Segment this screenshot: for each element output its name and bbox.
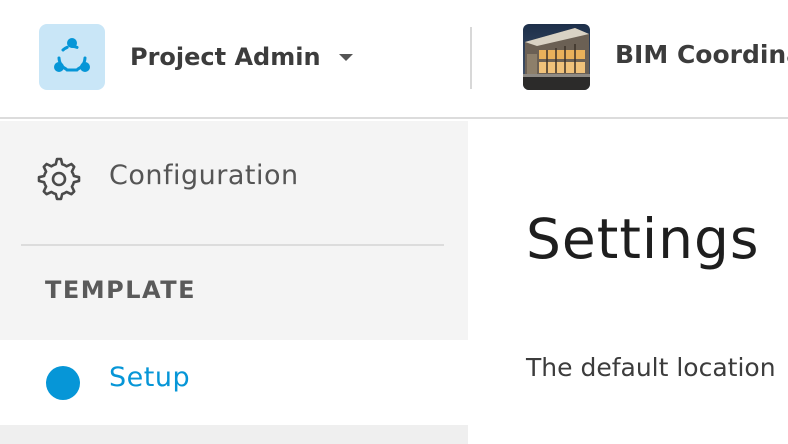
top-header: Project Admin BIM Coordin [0, 0, 788, 119]
app-switcher-dropdown[interactable]: Project Admin [130, 40, 353, 74]
sidebar-item-configuration[interactable]: Configuration [0, 121, 468, 239]
project-admin-app-icon[interactable] [39, 24, 105, 90]
header-divider [470, 27, 472, 89]
gear-icon [37, 157, 81, 201]
building-photo-icon [523, 24, 590, 90]
sidebar-next-item[interactable] [0, 425, 468, 444]
project-name[interactable]: BIM Coordination [615, 40, 788, 69]
sidebar-item-label: Setup [109, 362, 191, 393]
section-heading-template: TEMPLATE [45, 276, 197, 304]
main-content: Settings The default location [468, 121, 788, 444]
app-root: Project Admin BIM Coordin Configuration … [0, 0, 788, 444]
sidebar: Configuration TEMPLATE Setup [0, 121, 468, 444]
sidebar-item-label: Configuration [109, 160, 299, 191]
app-name: Project Admin [130, 43, 321, 71]
project-thumbnail[interactable] [523, 24, 590, 90]
network-nodes-icon [54, 38, 90, 72]
sidebar-divider [21, 244, 444, 246]
chevron-down-icon [338, 53, 353, 61]
status-dot-icon [46, 366, 80, 400]
page-description: The default location [526, 353, 776, 382]
sidebar-item-setup[interactable]: Setup [0, 340, 468, 425]
page-title: Settings [526, 207, 760, 271]
